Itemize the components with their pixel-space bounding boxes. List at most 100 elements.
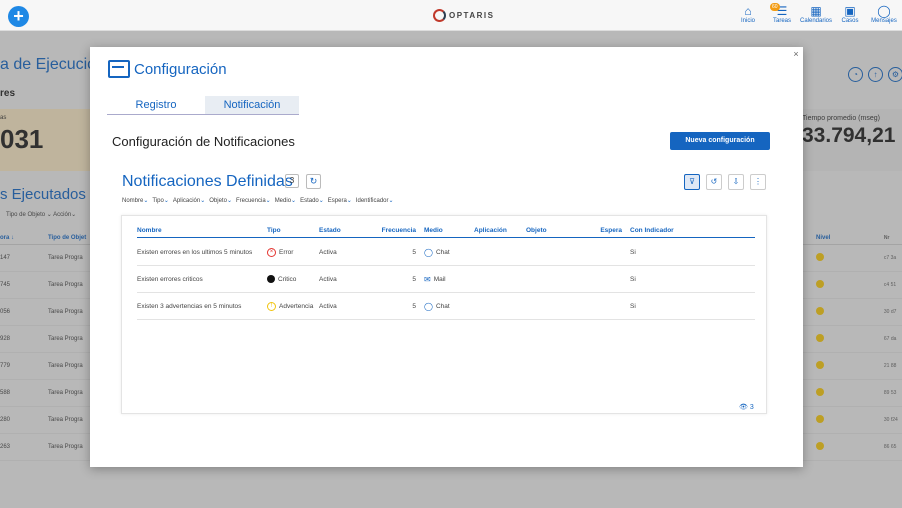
col-espera[interactable]: Espera	[586, 224, 622, 237]
critical-icon	[267, 275, 275, 283]
nav-casos[interactable]: ▣ Casos	[836, 4, 864, 24]
viewers-count: 👁︎ 3	[739, 403, 754, 411]
col-tipo[interactable]: Tipo	[267, 224, 319, 237]
cell-frecuencia: 5	[412, 248, 416, 256]
refresh-icon[interactable]: ↻	[306, 174, 321, 189]
filter-label: Aplicación	[172, 198, 201, 204]
col-objeto[interactable]: Objeto	[526, 224, 586, 237]
chat-icon: ◯	[877, 4, 891, 18]
col-aplicacion[interactable]: Aplicación	[474, 224, 526, 237]
eye-icon: 👁︎	[739, 404, 748, 411]
chevron-down-icon: ⌄	[291, 198, 297, 204]
notifications-count: 3	[285, 174, 299, 188]
table-row[interactable]: Existen errores criticos Critico Activa …	[137, 266, 755, 293]
cell-medio: ✉ Mail	[424, 266, 474, 292]
cell-frecuencia: 5	[412, 275, 416, 283]
col-indicador[interactable]: Con Indicador	[630, 224, 690, 237]
filter-objeto[interactable]: Objeto⌄	[209, 197, 232, 204]
table-row[interactable]: Existen 3 advertencias en 5 minutos ! Adv…	[137, 293, 755, 320]
cell-medio: ◯ Chat	[424, 239, 474, 265]
chevron-down-icon: ⌄	[265, 198, 271, 204]
config-modal: × Configuración Registro Notificación Co…	[90, 47, 803, 467]
table-row[interactable]: Existen errores en los ultimos 5 minutos…	[137, 239, 755, 266]
tipo-label: Advertencia	[279, 302, 314, 310]
filter-label: Objeto	[209, 198, 227, 204]
close-icon[interactable]: ×	[791, 49, 801, 59]
cell-espera	[586, 293, 622, 319]
cell-medio: ◯ Chat	[424, 293, 474, 319]
warning-icon: !	[267, 301, 276, 311]
col-estado[interactable]: Estado	[319, 224, 374, 237]
filter-tipo[interactable]: Tipo⌄	[152, 197, 168, 204]
filter-frecuencia[interactable]: Frecuencia⌄	[236, 197, 271, 204]
cell-indicador: Si	[630, 302, 636, 310]
col-medio[interactable]: Medio	[424, 224, 474, 237]
modal-title: Configuración	[134, 60, 227, 78]
chevron-down-icon: ⌄	[163, 198, 169, 204]
top-nav: ⌂ Inicio 60 ☰ Tareas ▦ Calendarios ▣ Cas…	[734, 3, 898, 24]
nav-label: Casos	[841, 18, 859, 24]
tasks-badge: 60	[770, 3, 780, 11]
export-icon[interactable]: ⇩	[728, 174, 744, 190]
chevron-down-icon: ⌄	[318, 198, 324, 204]
more-icon[interactable]: ⋮	[750, 174, 766, 190]
cell-tipo: Critico	[267, 266, 319, 292]
error-icon: ×	[267, 247, 276, 257]
col-frecuencia[interactable]: Frecuencia	[374, 224, 416, 237]
filter-estado[interactable]: Estado⌄	[300, 197, 324, 204]
filter-label: Identificador	[355, 198, 389, 204]
tipo-label: Critico	[278, 275, 297, 283]
cell-frecuencia: 5	[412, 302, 416, 310]
filter-label: Estado	[300, 198, 319, 204]
filter-label: Tipo	[152, 198, 164, 204]
cell-aplicacion	[474, 239, 526, 265]
briefcase-icon: ▣	[844, 4, 856, 18]
cell-aplicacion	[474, 266, 526, 292]
nav-label: Mensajes	[871, 18, 897, 24]
tab-notificacion[interactable]: Notificación	[205, 96, 299, 114]
filter-espera[interactable]: Espera⌄	[328, 197, 352, 204]
section-subtitle: Configuración de Notificaciones	[112, 134, 295, 149]
chat-icon: ◯	[424, 301, 433, 311]
cell-tipo: ! Advertencia	[267, 293, 319, 319]
cell-espera	[586, 239, 622, 265]
cell-espera	[586, 266, 622, 292]
nav-mensajes[interactable]: ◯ Mensajes	[870, 4, 898, 24]
chevron-down-icon: ⌄	[143, 198, 149, 204]
chevron-down-icon: ⌄	[200, 198, 206, 204]
nav-inicio[interactable]: ⌂ Inicio	[734, 4, 762, 24]
tab-registro[interactable]: Registro	[107, 96, 205, 114]
filter-identificador[interactable]: Identificador⌄	[356, 197, 394, 204]
cell-estado: Activa	[319, 248, 337, 256]
plus-icon[interactable]: +	[8, 6, 29, 27]
logo-mark	[433, 9, 446, 22]
chevron-down-icon: ⌄	[226, 198, 232, 204]
new-config-button[interactable]: Nueva configuración	[670, 132, 770, 150]
filter-label: Medio	[274, 198, 292, 204]
viewers-value: 3	[749, 404, 754, 411]
chevron-down-icon: ⌄	[388, 198, 394, 204]
notifications-grid: Nombre Tipo Estado Frecuencia Medio Apli…	[121, 215, 767, 414]
cell-indicador: Si	[630, 248, 636, 256]
nav-calendarios[interactable]: ▦ Calendarios	[800, 4, 832, 24]
history-icon[interactable]: ↺	[706, 174, 722, 190]
filter-aplicacion[interactable]: Aplicación⌄	[173, 197, 205, 204]
filter-medio[interactable]: Medio⌄	[275, 197, 296, 204]
col-nombre[interactable]: Nombre	[137, 224, 261, 237]
notifications-title: Notificaciones Definidas	[122, 173, 293, 190]
mail-icon: ✉	[424, 274, 431, 284]
nav-tareas[interactable]: 60 ☰ Tareas	[768, 3, 796, 24]
config-icon	[108, 60, 130, 78]
filter-label: Espera	[327, 198, 347, 204]
grid-header: Nombre Tipo Estado Frecuencia Medio Apli…	[137, 224, 755, 238]
filter-icon[interactable]: ⊽	[684, 174, 700, 190]
filter-nombre[interactable]: Nombre⌄	[122, 197, 148, 204]
medio-label: Mail	[433, 275, 446, 283]
tab-bar: Registro Notificación	[107, 96, 299, 115]
cell-objeto	[526, 239, 586, 265]
chat-icon: ◯	[424, 247, 433, 257]
filter-label: Frecuencia	[235, 198, 266, 204]
nav-label: Inicio	[740, 18, 755, 24]
modal-header: Configuración	[108, 60, 227, 78]
cell-nombre: Existen 3 advertencias en 5 minutos	[137, 302, 242, 310]
